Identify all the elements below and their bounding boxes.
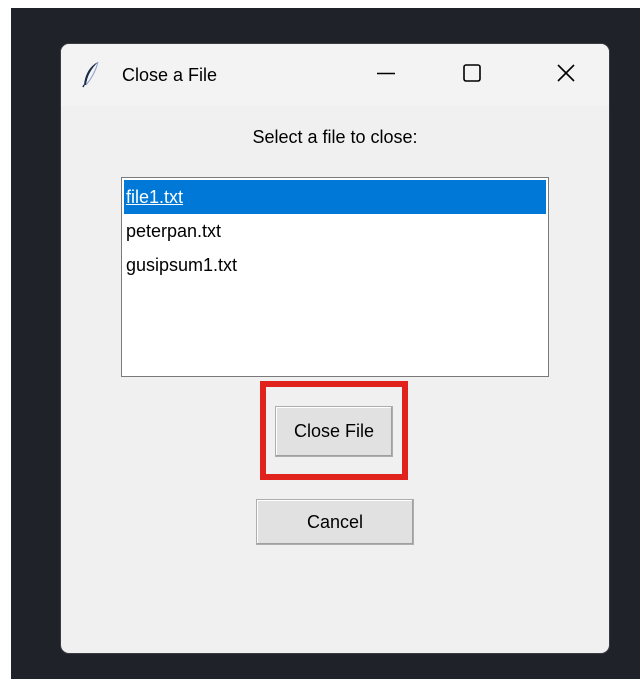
- window-title: Close a File: [122, 65, 218, 85]
- close-icon: [556, 63, 576, 88]
- select-file-label: Select a file to close:: [252, 127, 418, 147]
- cancel-button[interactable]: Cancel: [256, 499, 414, 545]
- close-file-button[interactable]: Close File: [275, 406, 393, 457]
- maximize-button[interactable]: [441, 44, 503, 106]
- file-list-item-file1[interactable]: file1.txt: [124, 180, 546, 214]
- maximize-icon: [462, 63, 482, 88]
- minimize-icon: [376, 63, 396, 88]
- close-file-dialog: Close a File Select a file to close: fil…: [60, 43, 610, 654]
- feather-icon: [81, 60, 101, 88]
- file-listbox[interactable]: file1.txt peterpan.txt gusipsum1.txt: [121, 177, 549, 377]
- minimize-button[interactable]: [355, 44, 417, 106]
- file-list-item-peterpan[interactable]: peterpan.txt: [124, 214, 546, 248]
- close-window-button[interactable]: [535, 44, 597, 106]
- title-bar[interactable]: Close a File: [61, 44, 609, 106]
- file-list-item-gusipsum1[interactable]: gusipsum1.txt: [124, 248, 546, 282]
